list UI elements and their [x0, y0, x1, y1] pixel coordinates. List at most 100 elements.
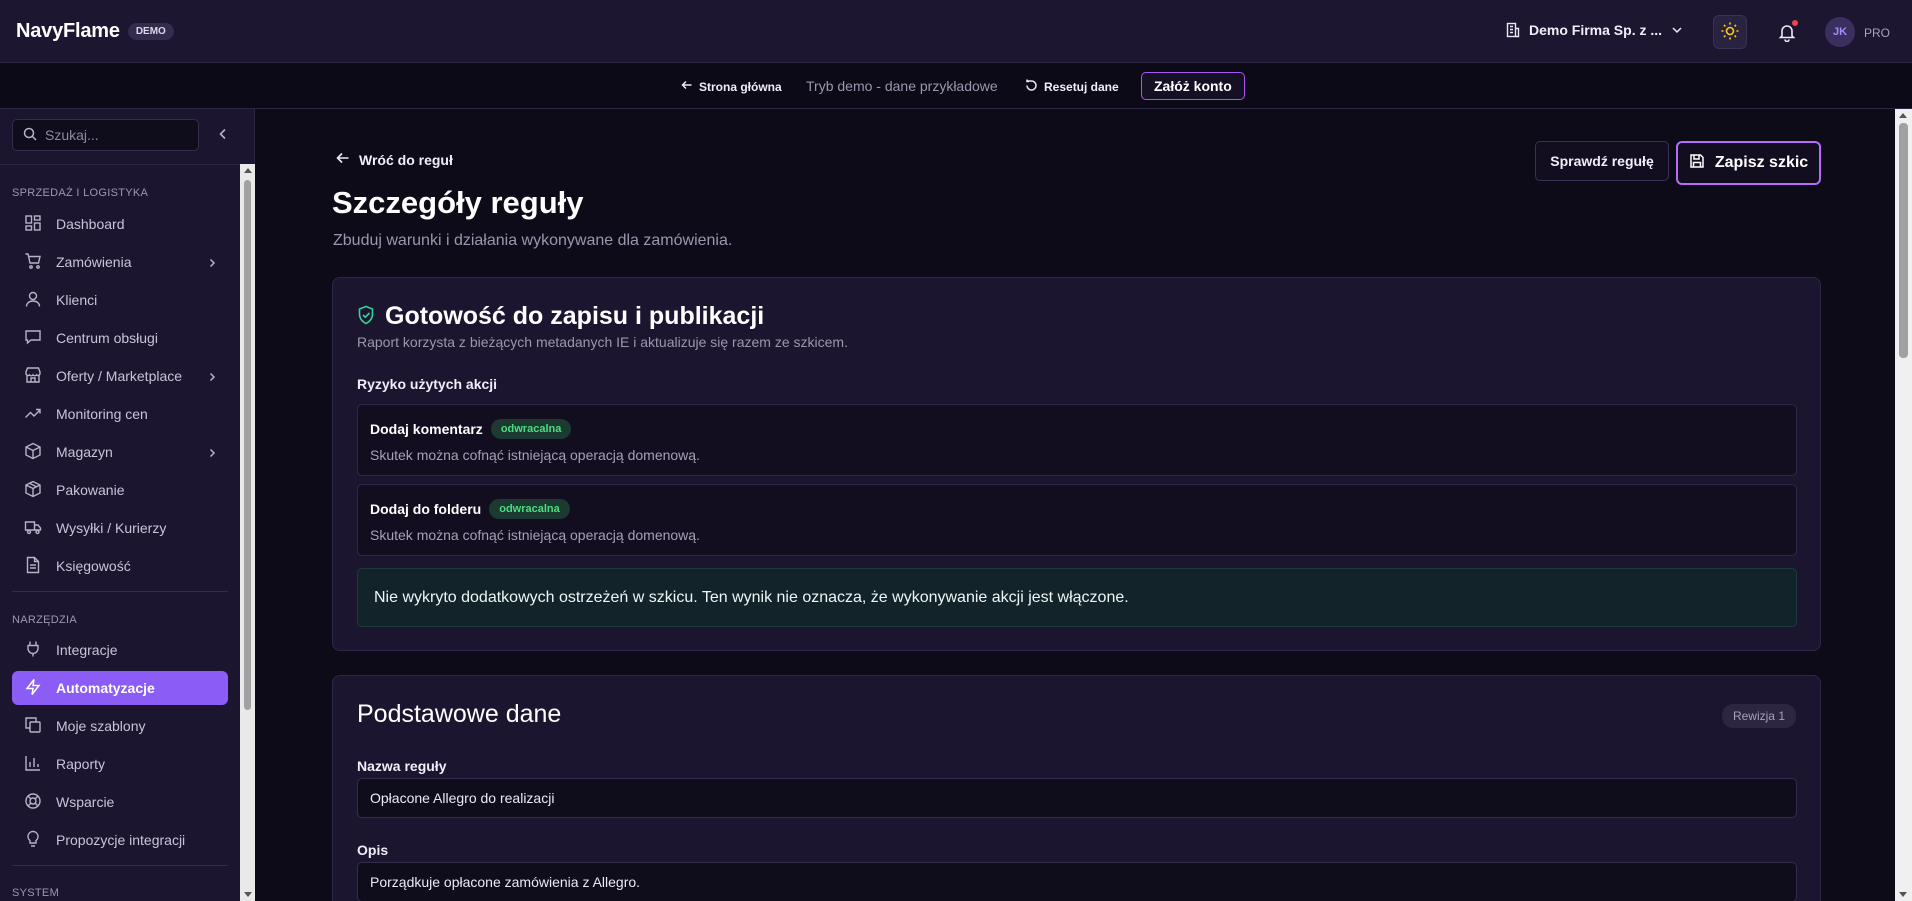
readiness-title: Gotowość do zapisu i publikacji — [385, 302, 765, 330]
description-field[interactable]: Porządkuje opłacone zamówienia z Allegro… — [357, 862, 1797, 901]
scroll-up-arrow[interactable] — [244, 168, 252, 173]
sidebar-item-automations[interactable]: Automatyzacje — [12, 671, 228, 705]
home-link[interactable]: Strona główna — [681, 79, 782, 94]
sidebar-item-offers[interactable]: Oferty / Marketplace — [12, 359, 228, 393]
building-icon — [1505, 22, 1521, 38]
sidebar-item-orders[interactable]: Zamówienia — [12, 245, 228, 279]
save-draft-button[interactable]: Zapisz szkic — [1676, 141, 1821, 185]
sidebar-item-label: Moje szablony — [56, 718, 146, 734]
basic-data-header: Podstawowe dane — [357, 700, 561, 729]
sidebar-item-label: Dashboard — [56, 216, 125, 232]
sidebar-item-label: Klienci — [56, 292, 98, 308]
risk-description: Skutek można cofnąć istniejącą operacją … — [370, 527, 700, 543]
sidebar-divider — [12, 591, 228, 592]
scrollbar-thumb[interactable] — [1899, 123, 1908, 358]
user-icon — [24, 290, 42, 311]
sidebar-scrollbar[interactable] — [240, 164, 255, 901]
sidebar-item-label: Integracje — [56, 642, 118, 658]
chevron-right-icon — [206, 256, 218, 272]
plug-icon — [24, 640, 42, 661]
sidebar-item-label: Wsparcie — [56, 794, 115, 810]
readiness-card: Gotowość do zapisu i publikacji Raport k… — [332, 277, 1821, 651]
sidebar-item-packing[interactable]: Pakowanie — [12, 473, 228, 507]
info-message: Nie wykryto dodatkowych ostrzeżeń w szki… — [357, 568, 1797, 627]
section-label-system: SYSTEM — [12, 887, 60, 899]
sidebar-item-price-monitoring[interactable]: Monitoring cen — [12, 397, 228, 431]
plan-label: PRO — [1864, 26, 1891, 40]
chevron-right-icon — [206, 370, 218, 386]
risk-title-row: Dodaj do folderu odwracalna — [370, 499, 570, 519]
sidebar-item-label: Pakowanie — [56, 482, 125, 498]
revision-badge: Rewizja 1 — [1721, 704, 1796, 728]
signup-button[interactable]: Załóż konto — [1141, 72, 1245, 100]
brand[interactable]: NavyFlame DEMO — [16, 20, 174, 43]
shield-check-icon — [357, 305, 375, 328]
lifebuoy-icon — [24, 792, 42, 813]
scroll-up-arrow[interactable] — [1899, 113, 1907, 118]
home-link-label: Strona główna — [699, 79, 782, 94]
sidebar-nav: SPRZEDAŻ I LOGISTYKA Dashboard Zamówieni… — [0, 164, 240, 901]
sidebar-item-label: Raporty — [56, 756, 106, 772]
company-name: Demo Firma Sp. z ... — [1529, 22, 1663, 38]
chevron-right-icon — [206, 446, 218, 462]
status-badge: odwracalna — [489, 499, 570, 519]
sidebar-item-label: Księgowość — [56, 558, 131, 574]
reset-data-button[interactable]: Resetuj dane — [1025, 79, 1119, 95]
notification-dot — [1792, 20, 1798, 26]
main-content: Wróć do reguł Szczegóły reguły Zbuduj wa… — [256, 109, 1895, 901]
rule-name-label: Nazwa reguły — [357, 758, 447, 774]
company-selector[interactable]: Demo Firma Sp. z ... — [1505, 22, 1684, 38]
arrow-left-icon — [336, 151, 350, 168]
sidebar-item-support[interactable]: Wsparcie — [12, 785, 228, 819]
theme-toggle-button[interactable] — [1713, 15, 1747, 49]
readiness-subtitle: Raport korzysta z bieżących metadanych I… — [357, 334, 848, 350]
scroll-down-arrow[interactable] — [1899, 892, 1907, 897]
demo-mode-text: Tryb demo - dane przykładowe — [806, 78, 998, 94]
check-rule-button[interactable]: Sprawdź regułę — [1535, 141, 1669, 181]
sidebar-item-templates[interactable]: Moje szablony — [12, 709, 228, 743]
sidebar-item-warehouse[interactable]: Magazyn — [12, 435, 228, 469]
search-box[interactable] — [12, 119, 199, 151]
sidebar-item-label: Propozycje integracji — [56, 832, 186, 848]
sidebar-item-service-center[interactable]: Centrum obsługi — [12, 321, 228, 355]
brand-name: NavyFlame — [16, 20, 120, 42]
sidebar-item-clients[interactable]: Klienci — [12, 283, 228, 317]
sidebar: SPRZEDAŻ I LOGISTYKA Dashboard Zamówieni… — [0, 109, 255, 901]
section-label-sales: SPRZEDAŻ I LOGISTYKA — [12, 187, 149, 199]
risk-title: Dodaj do folderu — [370, 501, 482, 517]
scrollbar-thumb[interactable] — [244, 180, 251, 710]
back-link-label: Wróć do reguł — [359, 151, 453, 168]
sidebar-item-label: Zamówienia — [56, 254, 132, 270]
sidebar-item-dashboard[interactable]: Dashboard — [12, 207, 228, 241]
rule-name-field[interactable]: Opłacone Allegro do realizacji — [357, 778, 1797, 818]
sidebar-item-shipping[interactable]: Wysyłki / Kurierzy — [12, 511, 228, 545]
chat-icon — [24, 328, 42, 349]
chevron-left-icon — [216, 128, 230, 144]
search-icon — [23, 127, 37, 144]
sidebar-item-label: Centrum obsługi — [56, 330, 158, 346]
search-input[interactable] — [45, 127, 185, 143]
truck-icon — [24, 518, 42, 539]
basic-data-title: Podstawowe dane — [357, 700, 562, 728]
bolt-icon — [24, 678, 42, 699]
notifications-button[interactable] — [1770, 16, 1804, 50]
sidebar-item-integration-proposals[interactable]: Propozycje integracji — [12, 823, 228, 857]
sidebar-item-label: Monitoring cen — [56, 406, 148, 422]
cart-icon — [24, 252, 42, 273]
back-to-rules-link[interactable]: Wróć do reguł — [336, 151, 453, 168]
chevron-down-icon — [1670, 23, 1684, 37]
copy-icon — [24, 716, 42, 737]
scroll-down-arrow[interactable] — [244, 892, 252, 897]
sidebar-item-reports[interactable]: Raporty — [12, 747, 228, 781]
risk-title: Dodaj komentarz — [370, 421, 483, 437]
bar-chart-icon — [24, 754, 42, 775]
main-scrollbar[interactable] — [1895, 109, 1912, 901]
save-icon — [1689, 153, 1705, 174]
sidebar-item-integrations[interactable]: Integracje — [12, 633, 228, 667]
bulb-icon — [24, 830, 42, 851]
collapse-sidebar-button[interactable] — [216, 127, 230, 144]
avatar[interactable]: JK — [1825, 17, 1855, 47]
top-bar: NavyFlame DEMO Demo Firma Sp. z ... JK P… — [0, 0, 1912, 63]
sidebar-item-accounting[interactable]: Księgowość — [12, 549, 228, 583]
document-icon — [24, 556, 42, 577]
